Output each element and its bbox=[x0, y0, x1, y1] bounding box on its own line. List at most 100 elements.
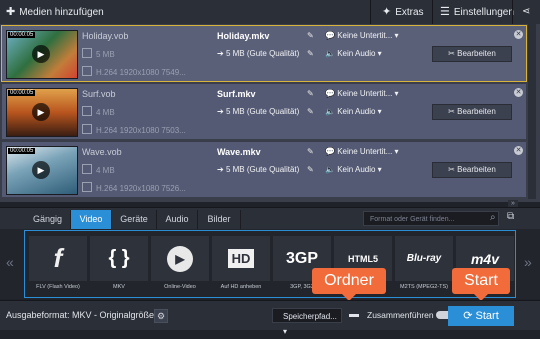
scroll-right-icon[interactable]: » bbox=[524, 254, 532, 270]
source-filename: Wave.vob bbox=[82, 147, 122, 157]
output-size[interactable]: ➔ 5 MB (Gute Qualität) bbox=[217, 107, 299, 116]
output-filename[interactable]: Holiday.mkv bbox=[217, 31, 269, 41]
tab-images[interactable]: Bilder bbox=[198, 210, 241, 229]
tab-audio[interactable]: Audio bbox=[157, 210, 198, 229]
play-icon[interactable]: ▶ bbox=[32, 161, 50, 179]
settings-small-icon[interactable]: ✎ bbox=[307, 49, 314, 58]
mkv-icon: { } bbox=[108, 247, 130, 269]
edit-button[interactable]: ✂ Bearbeiten bbox=[432, 46, 512, 62]
remove-file-icon[interactable]: ✕ bbox=[514, 30, 523, 39]
device-detect-icon[interactable]: ⧉ bbox=[507, 211, 521, 225]
format-card-m2ts[interactable]: Blu-ray M2TS (MPEG2-TS) bbox=[395, 236, 453, 294]
format-search-input[interactable]: Format oder Gerät finden... bbox=[363, 211, 499, 226]
3gp-icon: 3GP bbox=[285, 249, 318, 267]
format-label: FLV (Flash Video) bbox=[36, 284, 80, 290]
search-icon[interactable]: ⌕ bbox=[490, 212, 496, 223]
settings-small-icon[interactable]: ✎ bbox=[307, 165, 314, 174]
remove-file-icon[interactable]: ✕ bbox=[514, 88, 523, 97]
gear-icon[interactable]: ⚙ bbox=[154, 309, 168, 323]
extras-button[interactable]: ✦ Extras bbox=[382, 0, 424, 24]
subtitle-dropdown[interactable]: 💬 Keine Untertit... ▾ bbox=[325, 147, 399, 156]
video-thumbnail[interactable]: 00:00:05 ▶ bbox=[6, 30, 78, 79]
save-path-dropdown[interactable]: Speicherpfad... ▾ bbox=[272, 308, 342, 336]
m4v-icon: m4v bbox=[470, 250, 500, 267]
speaker-icon: 🔈 bbox=[325, 49, 338, 58]
file-row[interactable]: 00:00:05 ▶ Wave.vob 4 MB H.264 1920x1080… bbox=[2, 142, 526, 197]
settings-label: Einstellungen bbox=[453, 7, 514, 18]
bluray-icon: Blu-ray bbox=[406, 253, 442, 264]
source-codec: H.264 1920x1080 7503... bbox=[82, 124, 186, 135]
file-icon bbox=[82, 106, 92, 116]
format-label: Auf HD anheben bbox=[220, 284, 262, 290]
start-callout: Start bbox=[452, 268, 510, 301]
remove-file-icon[interactable]: ✕ bbox=[514, 146, 523, 155]
bottom-bar: Ausgabeformat: MKV - Originalgröße ⚙ Spe… bbox=[0, 300, 540, 336]
settings-small-icon[interactable]: ✎ bbox=[307, 107, 314, 116]
output-size[interactable]: ➔ 5 MB (Gute Qualität) bbox=[217, 49, 299, 58]
edit-button[interactable]: ✂ Bearbeiten bbox=[432, 162, 512, 178]
format-card-flv[interactable]: f FLV (Flash Video) bbox=[29, 236, 87, 294]
format-tabs: Gängig Video Geräte Audio Bilder Format … bbox=[0, 207, 540, 230]
play-icon[interactable]: ▶ bbox=[32, 103, 50, 121]
rename-icon[interactable]: ✎ bbox=[307, 89, 314, 98]
file-row[interactable]: 00:00:05 ▶ Surf.vob 4 MB H.264 1920x1080… bbox=[2, 84, 526, 139]
source-size: 5 MB bbox=[82, 48, 115, 59]
menu-icon: ☰ bbox=[440, 6, 450, 18]
subtitle-dropdown[interactable]: 💬 Keine Untertit... ▾ bbox=[325, 31, 399, 40]
audio-dropdown[interactable]: 🔈 Kein Audio ▾ bbox=[325, 49, 382, 58]
edit-button[interactable]: ✂ Bearbeiten bbox=[432, 104, 512, 120]
play-icon[interactable]: ▶ bbox=[32, 45, 50, 63]
share-button[interactable]: ⋖ bbox=[522, 0, 530, 24]
arrow-right-icon: ➔ bbox=[217, 107, 226, 116]
tab-video[interactable]: Video bbox=[71, 210, 112, 229]
tab-devices[interactable]: Geräte bbox=[112, 210, 157, 229]
file-row[interactable]: 00:00:05 ▶ Holiday.vob 5 MB H.264 1920x1… bbox=[1, 25, 527, 82]
hd-icon: HD bbox=[227, 249, 255, 268]
duration-label: 00:00:05 bbox=[8, 32, 36, 38]
format-card-hd[interactable]: HD Auf HD anheben bbox=[212, 236, 270, 294]
toolbar: ✚ Medien hinzufügen ✦ Extras ☰ Einstellunge… bbox=[0, 0, 540, 25]
source-codec: H.264 1920x1080 7549... bbox=[82, 66, 186, 77]
folder-icon[interactable]: ▬ bbox=[349, 309, 361, 321]
scroll-left-icon[interactable]: « bbox=[6, 254, 14, 270]
speaker-icon: 🔈 bbox=[325, 107, 338, 116]
add-media-label: Medien hinzufügen bbox=[19, 7, 104, 18]
format-gallery-frame: f FLV (Flash Video) { } MKV ▶ Online-Vid… bbox=[24, 230, 516, 298]
format-card-mkv[interactable]: { } MKV bbox=[90, 236, 148, 294]
add-media-button[interactable]: ✚ Medien hinzufügen bbox=[6, 0, 104, 24]
output-filename[interactable]: Surf.mkv bbox=[217, 89, 256, 99]
scissors-icon: ✂ bbox=[448, 49, 458, 58]
video-thumbnail[interactable]: 00:00:05 ▶ bbox=[6, 88, 78, 137]
film-icon bbox=[82, 124, 92, 134]
html5-icon: HTML5 bbox=[348, 253, 378, 264]
speech-bubble-icon: 💬 bbox=[325, 31, 338, 40]
format-card-online-video[interactable]: ▶ Online-Video bbox=[151, 236, 209, 294]
output-format-label: Ausgabeformat: MKV - Originalgröße bbox=[6, 310, 155, 320]
plus-icon: ✚ bbox=[6, 6, 16, 18]
audio-dropdown[interactable]: 🔈 Kein Audio ▾ bbox=[325, 107, 382, 116]
source-codec: H.264 1920x1080 7526... bbox=[82, 182, 186, 193]
list-scrollbar[interactable] bbox=[528, 24, 536, 199]
duration-label: 00:00:05 bbox=[8, 148, 36, 154]
audio-dropdown[interactable]: 🔈 Kein Audio ▾ bbox=[325, 165, 382, 174]
film-icon bbox=[82, 182, 92, 192]
youtube-play-icon: ▶ bbox=[167, 245, 193, 272]
file-list: 00:00:05 ▶ Holiday.vob 5 MB H.264 1920x1… bbox=[0, 24, 540, 202]
arrow-right-icon: ➔ bbox=[217, 165, 226, 174]
subtitle-dropdown[interactable]: 💬 Keine Untertit... ▾ bbox=[325, 89, 399, 98]
rename-icon[interactable]: ✎ bbox=[307, 147, 314, 156]
share-icon: ⋖ bbox=[522, 6, 531, 17]
file-icon bbox=[82, 164, 92, 174]
merge-toggle[interactable]: Zusammenführen bbox=[367, 310, 452, 320]
output-size[interactable]: ➔ 5 MB (Gute Qualität) bbox=[217, 165, 299, 174]
output-filename[interactable]: Wave.mkv bbox=[217, 147, 261, 157]
tab-common[interactable]: Gängig bbox=[25, 210, 71, 229]
settings-button[interactable]: ☰ Einstellungen bbox=[440, 0, 514, 24]
start-button[interactable]: ⟳ Start bbox=[448, 306, 514, 326]
folder-callout: Ordner bbox=[312, 268, 386, 301]
rename-icon[interactable]: ✎ bbox=[307, 31, 314, 40]
video-thumbnail[interactable]: 00:00:05 ▶ bbox=[6, 146, 78, 195]
file-icon bbox=[82, 48, 92, 58]
extras-label: Extras bbox=[395, 7, 424, 18]
scissors-icon: ✂ bbox=[448, 107, 458, 116]
